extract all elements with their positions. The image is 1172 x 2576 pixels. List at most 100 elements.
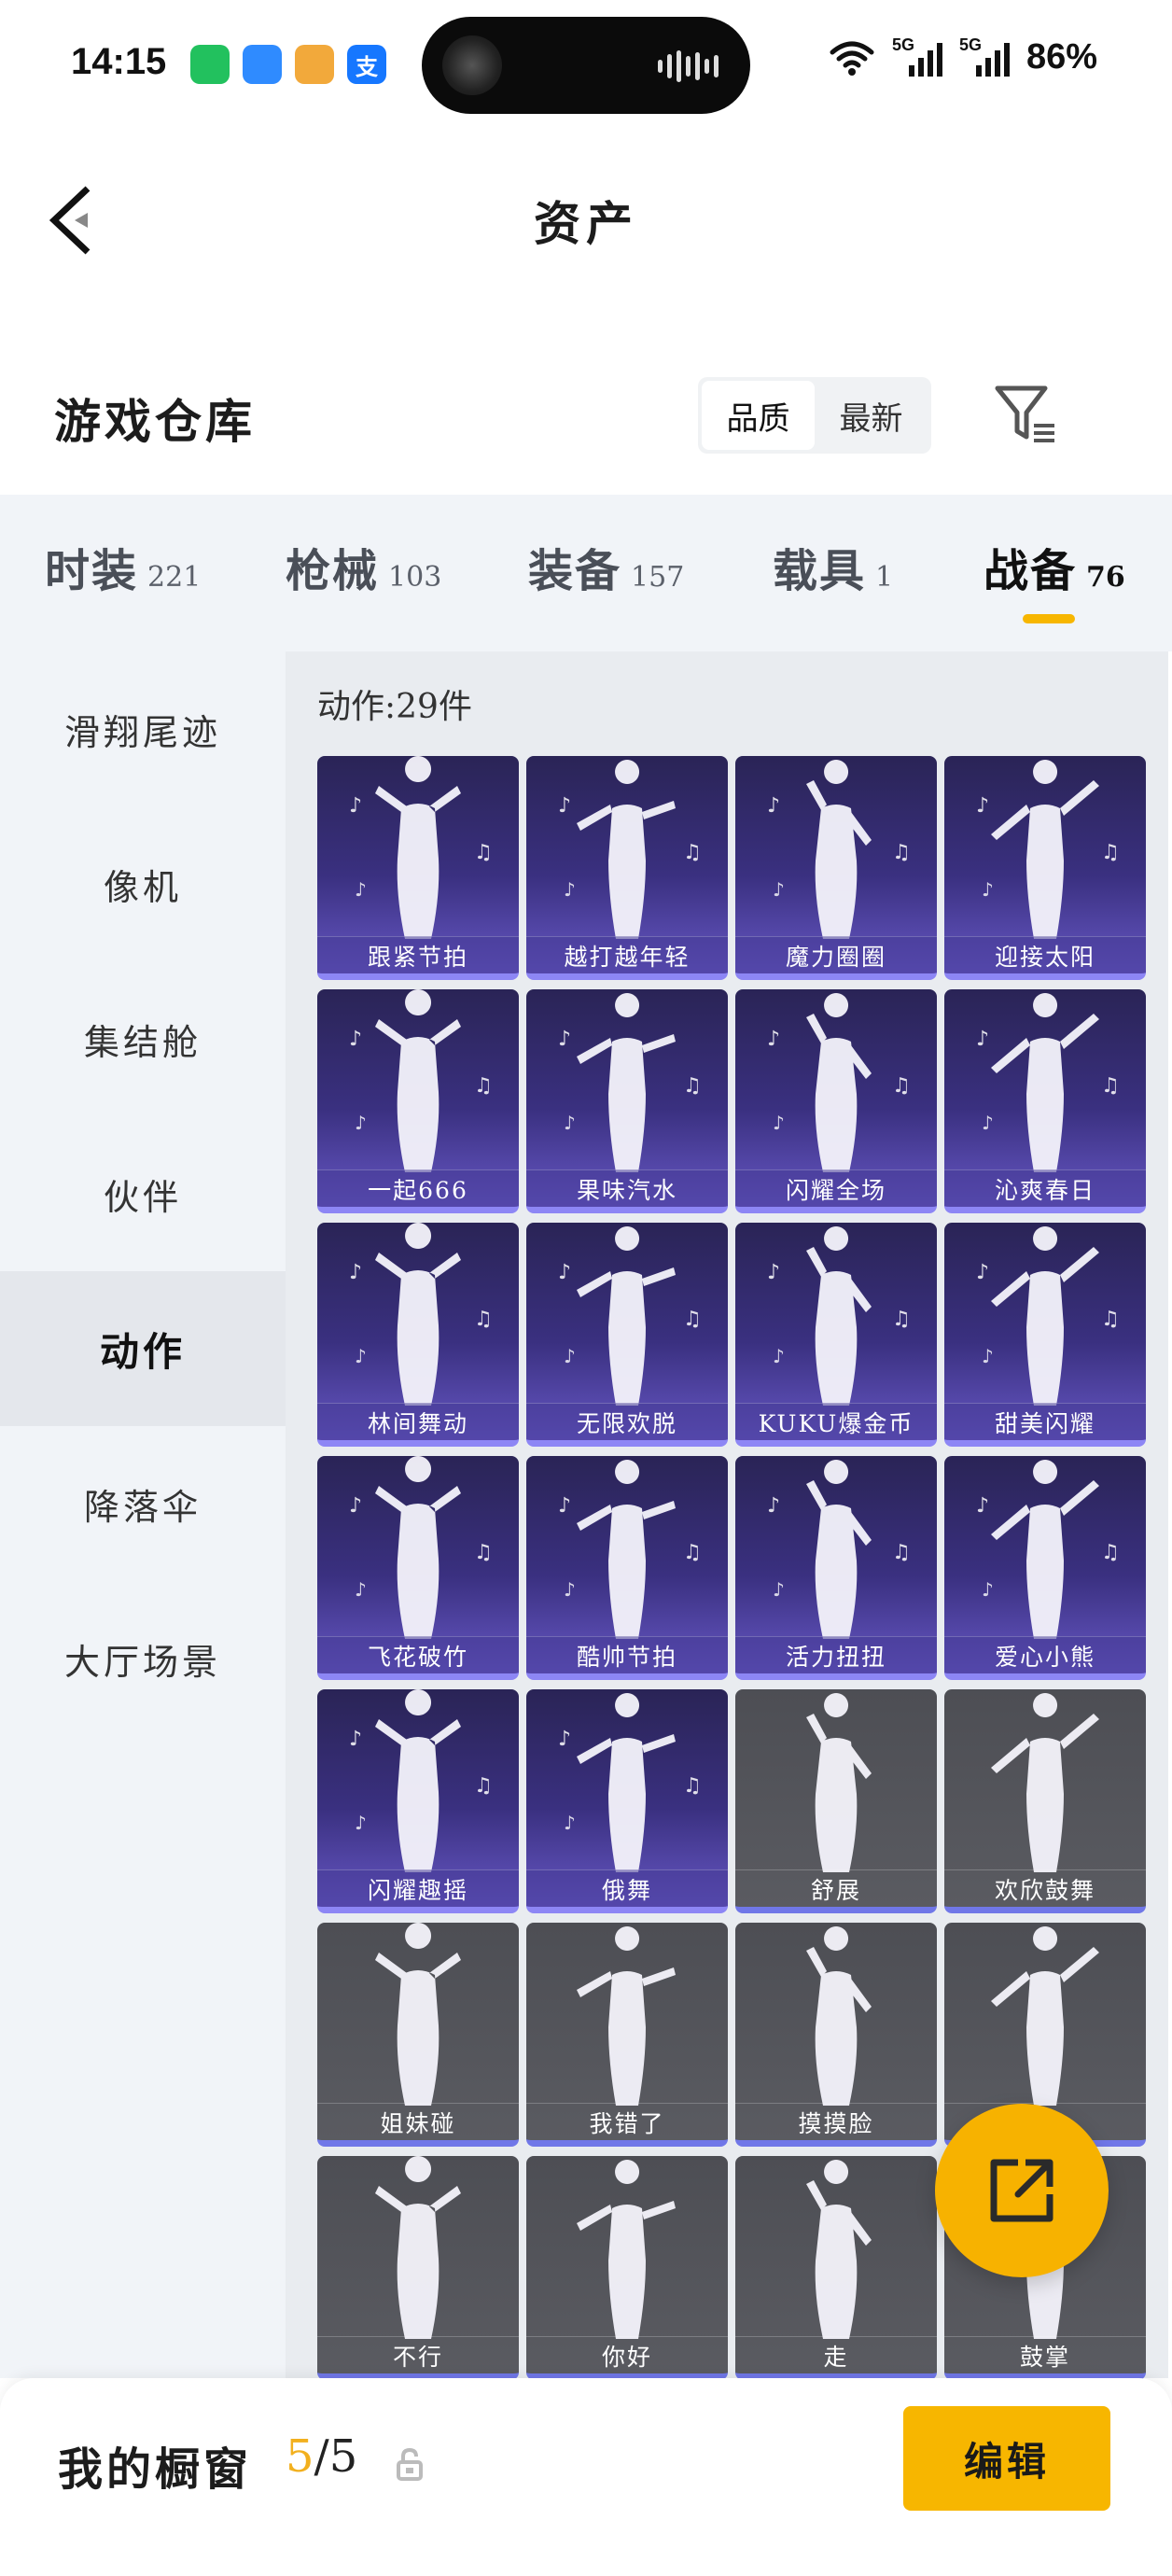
emote-figure-icon: ♪ ♫ ♪ bbox=[558, 993, 702, 1172]
share-button[interactable] bbox=[935, 2104, 1109, 2277]
emote-name: 不行 bbox=[317, 2336, 519, 2373]
svg-text:♪: ♪ bbox=[349, 1261, 362, 1284]
emote-figure-icon bbox=[806, 2160, 872, 2339]
emote-item[interactable]: ♪ ♫ ♪ 闪耀全场 bbox=[735, 989, 937, 1213]
emote-item[interactable]: ♪ ♫ ♪ 甜美闪耀 bbox=[944, 1223, 1146, 1447]
svg-text:♪: ♪ bbox=[558, 794, 571, 818]
emote-figure-icon: ♪ ♫ ♪ bbox=[558, 760, 702, 939]
svg-text:♪: ♪ bbox=[773, 1345, 785, 1367]
emote-figure-icon: ♪ ♫ ♪ bbox=[976, 760, 1120, 939]
emote-name: 越打越年轻 bbox=[526, 936, 728, 973]
svg-text:♪: ♪ bbox=[976, 1028, 989, 1051]
svg-text:♫: ♫ bbox=[474, 1541, 493, 1564]
emote-item[interactable]: 舒展 bbox=[735, 1689, 937, 1913]
emote-item[interactable]: ♪ ♫ ♪ 越打越年轻 bbox=[526, 756, 728, 980]
svg-text:♪: ♪ bbox=[982, 1112, 994, 1134]
tab-fashion[interactable]: 时装 221 bbox=[45, 534, 201, 599]
emote-item[interactable]: ♪ ♫ ♪ 沁爽春日 bbox=[944, 989, 1146, 1213]
svg-text:♫: ♫ bbox=[1101, 841, 1120, 864]
emote-item[interactable]: ♪ ♫ ♪ 俄舞 bbox=[526, 1689, 728, 1913]
emote-item[interactable]: 摸摸脸 bbox=[735, 1923, 937, 2147]
svg-text:♫: ♫ bbox=[474, 1308, 493, 1331]
svg-text:♪: ♪ bbox=[976, 1261, 989, 1284]
svg-text:♪: ♪ bbox=[976, 1494, 989, 1518]
emote-figure-icon: ♪ ♫ ♪ bbox=[349, 1456, 493, 1639]
emote-item[interactable]: ♪ ♫ ♪ 跟紧节拍 bbox=[317, 756, 519, 980]
emote-item[interactable]: 走 bbox=[735, 2156, 937, 2380]
svg-text:♪: ♪ bbox=[767, 794, 780, 818]
tab-battle-prep[interactable]: 战备 76 bbox=[984, 534, 1125, 599]
tab-equipment[interactable]: 装备 157 bbox=[528, 534, 684, 599]
sidebar-item-partner[interactable]: 伙伴 bbox=[0, 1116, 286, 1271]
showcase-bar: 我的橱窗 5/5 编辑 bbox=[0, 2378, 1172, 2576]
svg-text:♪: ♪ bbox=[773, 1578, 785, 1601]
emote-item[interactable]: ♪ ♫ ♪ 魔力圈圈 bbox=[735, 756, 937, 980]
emote-name: 魔力圈圈 bbox=[735, 936, 937, 973]
emote-item[interactable]: ♪ ♫ ♪ 爱心小熊 bbox=[944, 1456, 1146, 1680]
svg-text:♫: ♫ bbox=[1101, 1541, 1120, 1564]
svg-text:♫: ♫ bbox=[683, 1541, 702, 1564]
emote-figure-icon bbox=[577, 1926, 676, 2106]
wechat-icon bbox=[190, 45, 230, 84]
emote-figure-icon: ♪ ♫ ♪ bbox=[767, 1226, 911, 1406]
signal-icon: 5G bbox=[959, 35, 1010, 77]
svg-text:♪: ♪ bbox=[767, 1261, 780, 1284]
svg-text:♫: ♫ bbox=[1101, 1308, 1120, 1331]
emote-name: 欢欣鼓舞 bbox=[944, 1869, 1146, 1907]
filter-icon[interactable] bbox=[993, 383, 1058, 448]
section-title: 游戏仓库 bbox=[54, 394, 256, 449]
edit-button[interactable]: 编辑 bbox=[903, 2406, 1110, 2511]
emote-item[interactable]: ♪ ♫ ♪ 活力扭扭 bbox=[735, 1456, 937, 1680]
audio-wave-icon bbox=[658, 50, 719, 82]
sidebar-item-parachute[interactable]: 降落伞 bbox=[0, 1426, 286, 1581]
emote-item[interactable]: ♪ ♫ ♪ 无限欢脱 bbox=[526, 1223, 728, 1447]
emote-item[interactable]: ♪ ♫ ♪ 飞花破竹 bbox=[317, 1456, 519, 1680]
emote-figure-icon: ♪ ♫ ♪ bbox=[767, 1460, 911, 1639]
emote-figure-icon bbox=[375, 2156, 461, 2339]
sidebar-item-glide-trail[interactable]: 滑翔尾迹 bbox=[0, 651, 286, 806]
emote-name: 你好 bbox=[526, 2336, 728, 2373]
status-right: 5G 5G 86% bbox=[829, 35, 1097, 77]
sort-quality-button[interactable]: 品质 bbox=[702, 381, 815, 450]
emote-item[interactable]: ♪ ♫ ♪ 闪耀趣摇 bbox=[317, 1689, 519, 1913]
svg-text:♪: ♪ bbox=[982, 1578, 994, 1601]
svg-text:♫: ♫ bbox=[683, 1074, 702, 1098]
emote-name: 跟紧节拍 bbox=[317, 936, 519, 973]
svg-text:♪: ♪ bbox=[558, 1494, 571, 1518]
emote-name: KUKU爆金币 bbox=[735, 1403, 937, 1440]
emote-item[interactable]: 我错了 bbox=[526, 1923, 728, 2147]
emote-figure-icon: ♪ ♫ ♪ bbox=[976, 1226, 1120, 1406]
sidebar-item-assembly-pod[interactable]: 集结舱 bbox=[0, 961, 286, 1116]
tab-vehicles[interactable]: 载具 1 bbox=[773, 534, 893, 599]
svg-text:♪: ♪ bbox=[355, 1578, 367, 1601]
status-app-icons: 支 bbox=[190, 45, 386, 84]
svg-text:♪: ♪ bbox=[564, 1112, 576, 1134]
emote-item[interactable]: ♪ ♫ ♪ 果味汽水 bbox=[526, 989, 728, 1213]
sort-toggle: 品质 最新 bbox=[698, 377, 931, 454]
sidebar-item-lobby-scene[interactable]: 大厅场景 bbox=[0, 1581, 286, 1736]
tab-firearms[interactable]: 枪械 103 bbox=[286, 534, 441, 599]
emote-item[interactable]: ♪ ♫ ♪ 一起666 bbox=[317, 989, 519, 1213]
signal-icon: 5G bbox=[892, 35, 942, 77]
emote-item[interactable]: ♪ ♫ ♪ 酷帅节拍 bbox=[526, 1456, 728, 1680]
emote-name: 走 bbox=[735, 2336, 937, 2373]
emote-item[interactable]: ♪ ♫ ♪ 林间舞动 bbox=[317, 1223, 519, 1447]
emote-item[interactable]: 欢欣鼓舞 bbox=[944, 1689, 1146, 1913]
sort-newest-button[interactable]: 最新 bbox=[815, 381, 928, 450]
emote-name: 摸摸脸 bbox=[735, 2103, 937, 2140]
emote-item[interactable]: 不行 bbox=[317, 2156, 519, 2380]
emote-figure-icon: ♪ ♫ ♪ bbox=[349, 1689, 493, 1872]
dynamic-island[interactable] bbox=[422, 17, 750, 114]
svg-text:♪: ♪ bbox=[355, 1812, 367, 1834]
emote-item[interactable]: 你好 bbox=[526, 2156, 728, 2380]
status-bar: 14:15 支 5G 5G 86% bbox=[0, 0, 1172, 131]
emote-figure-icon bbox=[806, 1926, 872, 2106]
share-external-icon bbox=[990, 2159, 1053, 2222]
emote-figure-icon: ♪ ♫ ♪ bbox=[558, 1226, 702, 1406]
emote-item[interactable]: 姐妹碰 bbox=[317, 1923, 519, 2147]
showcase-label: 我的橱窗 bbox=[58, 2443, 253, 2496]
sidebar-item-emotes[interactable]: 动作 bbox=[0, 1271, 286, 1426]
emote-item[interactable]: ♪ ♫ ♪ 迎接太阳 bbox=[944, 756, 1146, 980]
sidebar-item-camera[interactable]: 像机 bbox=[0, 806, 286, 961]
emote-item[interactable]: ♪ ♫ ♪ KUKU爆金币 bbox=[735, 1223, 937, 1447]
